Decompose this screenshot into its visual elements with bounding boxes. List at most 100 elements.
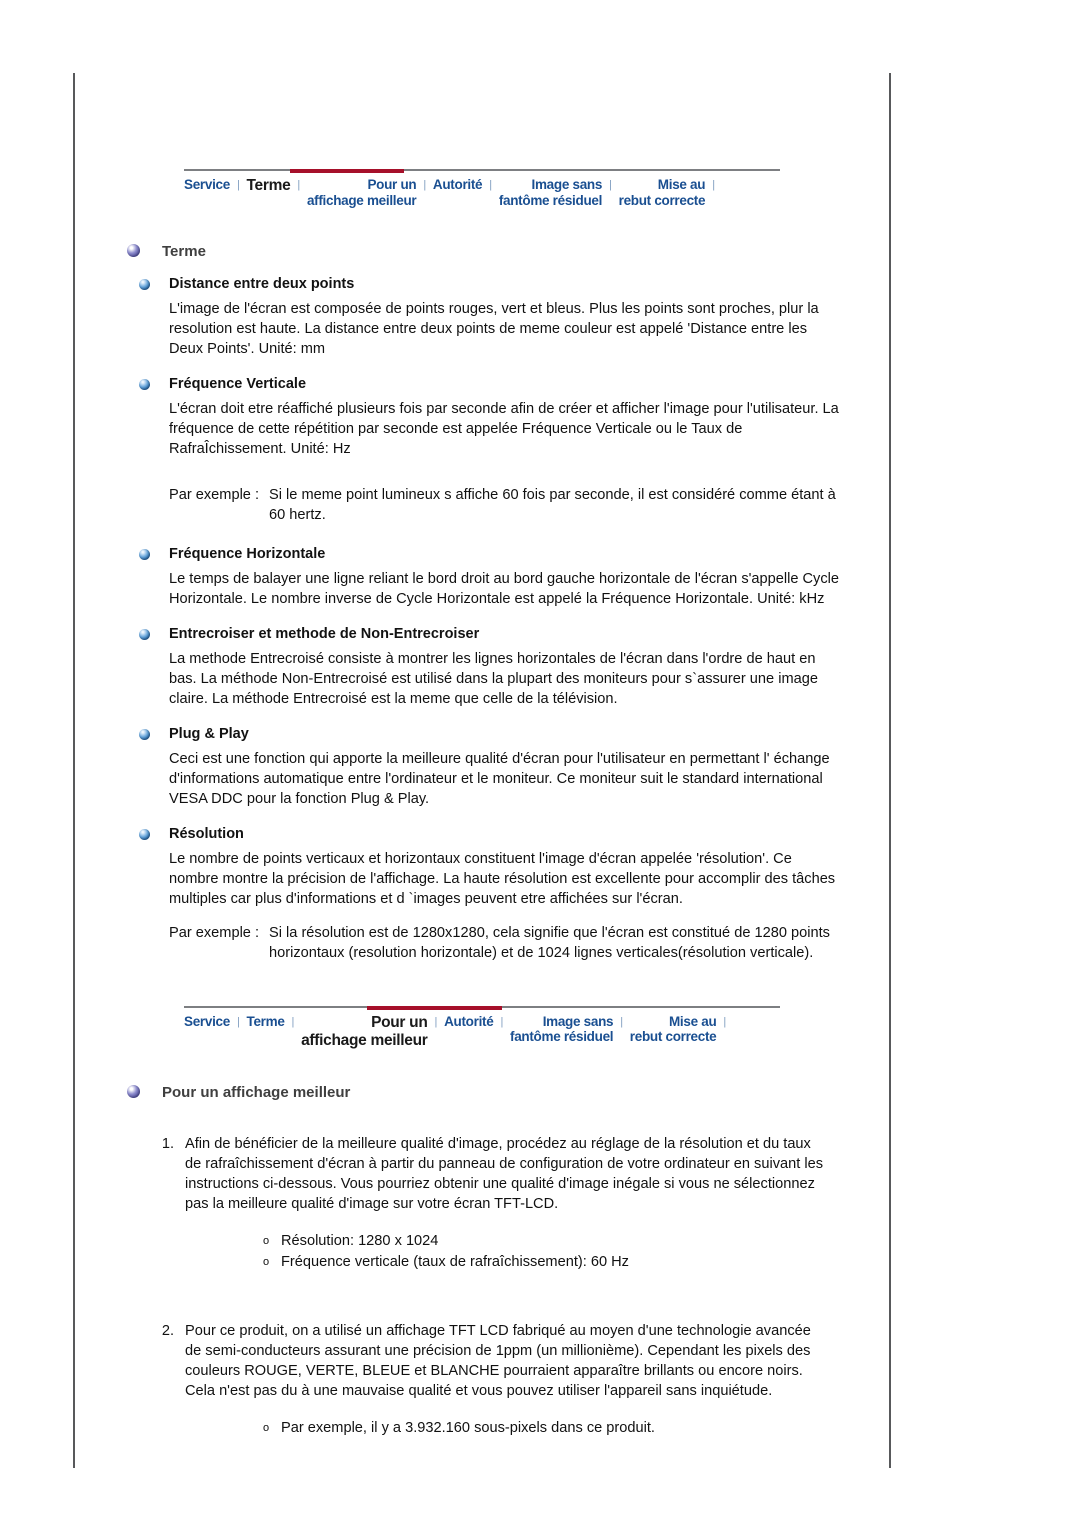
heading-plug-and-play: Plug & Play: [91, 726, 873, 742]
nav-separator: |: [297, 179, 300, 191]
nav-label-line: Image sans: [531, 177, 603, 192]
purple-bullet-icon: [127, 243, 140, 257]
nav-label-line: Terme: [246, 1013, 285, 1029]
nav-label-line: affichage meilleur: [306, 192, 417, 208]
list-item: o Fréquence verticale (taux de rafraîchi…: [263, 1252, 831, 1273]
blue-bullet-icon: [139, 278, 150, 290]
list-item-number: 2.: [161, 1323, 174, 1340]
example-label: Par exemple :: [169, 924, 260, 941]
heading-pour-un-affichage-meilleur: Pour un affichage meilleur: [91, 1084, 873, 1101]
nav-label-line: fantôme résiduel: [498, 192, 603, 208]
list-item-number: 1.: [161, 1136, 174, 1153]
list-item-text: Résolution: 1280 x 1024: [281, 1233, 439, 1250]
heading-distance-entre-deux-points: Distance entre deux points: [91, 276, 873, 292]
list-item: o Résolution: 1280 x 1024: [263, 1231, 831, 1252]
nav-item-terme[interactable]: Terme: [247, 177, 291, 195]
blue-bullet-icon: [139, 628, 150, 640]
paragraph-plug-and-play: Ceci est une fonction qui apporte la mei…: [169, 750, 830, 807]
nav-item-mise-au-rebut-correcte[interactable]: Mise au rebut correcte: [630, 1014, 717, 1046]
example-body: Si le meme point lumineux s affiche 60 f…: [269, 486, 836, 523]
nav-label-line: fantôme résiduel: [510, 1029, 614, 1045]
list-item: o Par exemple, il y a 3.932.160 sous-pix…: [263, 1418, 831, 1439]
nav-item-service[interactable]: Service: [184, 1014, 230, 1030]
circle-bullet-icon: o: [263, 1422, 270, 1435]
blue-bullet-icon: [139, 548, 150, 560]
nav-item-autorite[interactable]: Autorité: [444, 1013, 494, 1030]
list-item: 1. Afin de bénéficier de la meilleure qu…: [157, 1135, 831, 1215]
nav-label-line: Image sans: [542, 1013, 614, 1029]
section-terme: Terme Distance entre deux points L'image…: [91, 243, 873, 964]
nav-separator: |: [712, 179, 715, 191]
paragraph-frequence-horizontale: Le temps de balayer une ligne reliant le…: [169, 570, 840, 607]
nav-item-terme[interactable]: Terme: [247, 1014, 285, 1030]
nav-label-line: rebut correcte: [629, 1029, 717, 1045]
heading-frequence-verticale: Fréquence Verticale: [91, 376, 873, 392]
heading-text: Entrecroiser et methode de Non-Entrecroi…: [169, 625, 480, 642]
blue-bullet-icon: [139, 378, 150, 390]
list-item-text: Fréquence verticale (taux de rafraîchiss…: [281, 1253, 629, 1270]
nav-separator: |: [620, 1015, 623, 1028]
heading-text: Pour un affichage meilleur: [162, 1084, 351, 1102]
nav-top-rule: [184, 169, 780, 173]
nav-separator: |: [489, 179, 492, 191]
heading-text: Fréquence Horizontale: [169, 545, 326, 562]
nav-item-mise-au-rebut-correcte[interactable]: Mise au rebut correcte: [619, 177, 706, 209]
blue-bullet-icon: [139, 728, 150, 740]
heading-resolution: Résolution: [91, 826, 873, 842]
nav-label-line: Service: [184, 177, 230, 192]
nav-separator: |: [723, 1015, 726, 1028]
paragraph-resolution: Le nombre de points verticaux et horizon…: [169, 850, 836, 907]
heading-text: Terme: [162, 242, 206, 260]
heading-text: Distance entre deux points: [169, 275, 355, 292]
nav-label-line: Mise au: [668, 1013, 717, 1029]
paragraph-distance-entre-deux-points: L'image de l'écran est composée de point…: [169, 300, 819, 357]
nav-separator: |: [434, 1015, 438, 1028]
paragraph-entrecroiser: La methode Entrecroisé consiste à montre…: [169, 650, 818, 707]
blue-bullet-icon: [139, 828, 150, 840]
nav-separator: |: [236, 1015, 240, 1028]
list-item-text: Pour ce produit, on a utilisé un afficha…: [185, 1323, 811, 1400]
breadcrumb-nav-bottom: Service | Terme | Pour un affichage meil…: [184, 1005, 780, 1051]
nav-label-line: Autorité: [444, 1013, 494, 1029]
nav-item-image-sans-fantome-residuel[interactable]: Image sans fantôme résiduel: [510, 1013, 614, 1046]
nav-label-line: Service: [184, 1013, 230, 1029]
ordered-list-affichage: 1. Afin de bénéficier de la meilleure qu…: [157, 1135, 831, 1439]
sub-list-affichage-2: o Par exemple, il y a 3.932.160 sous-pix…: [263, 1418, 831, 1439]
heading-text: Résolution: [169, 825, 244, 842]
section-pour-un-affichage-meilleur: Pour un affichage meilleur 1. Afin de bé…: [91, 1084, 873, 1439]
list-item-text: Par exemple, il y a 3.932.160 sous-pixel…: [281, 1420, 655, 1437]
paragraph-frequence-verticale: L'écran doit etre réaffiché plusieurs fo…: [169, 400, 839, 457]
document-content: Service | Terme | Pour un affichage meil…: [73, 73, 891, 1439]
sub-list-affichage-1: o Résolution: 1280 x 1024 o Fréquence ve…: [263, 1231, 831, 1272]
nav-separator: |: [500, 1015, 503, 1028]
nav-label-line: Mise au: [657, 177, 706, 192]
heading-entrecroiser: Entrecroiser et methode de Non-Entrecroi…: [91, 626, 873, 642]
breadcrumb-nav-top: Service | Terme | Pour un affichage meil…: [184, 169, 780, 209]
circle-bullet-icon: o: [263, 1255, 270, 1268]
nav-item-pour-un-affichage-meilleur[interactable]: Pour un affichage meilleur: [301, 1013, 428, 1051]
nav-active-accent-top: [290, 169, 404, 173]
nav-item-service[interactable]: Service: [184, 177, 230, 193]
nav-bottom-rule: [184, 1005, 780, 1010]
nav-item-pour-un-affichage-meilleur[interactable]: Pour un affichage meilleur: [306, 177, 417, 209]
circle-bullet-icon: o: [263, 1235, 270, 1248]
example-frequence-verticale: Par exemple : Si le meme point lumineux …: [169, 486, 845, 526]
nav-item-image-sans-fantome-residuel[interactable]: Image sans fantôme résiduel: [498, 177, 603, 209]
nav-label-line: Autorité: [432, 177, 483, 192]
nav-separator: |: [423, 179, 426, 191]
nav-label-line: Pour un: [371, 1013, 428, 1031]
list-item: 2. Pour ce produit, on a utilisé un affi…: [157, 1322, 831, 1402]
example-resolution: Par exemple : Si la résolution est de 12…: [169, 924, 845, 964]
heading-text: Fréquence Verticale: [169, 375, 307, 392]
heading-frequence-horizontale: Fréquence Horizontale: [91, 546, 873, 562]
heading-terme: Terme: [91, 243, 873, 260]
nav-label-line: rebut correcte: [618, 192, 706, 208]
example-body: Si la résolution est de 1280x1280, cela …: [269, 924, 830, 961]
nav-active-accent-bottom: [367, 1005, 502, 1010]
heading-text: Plug & Play: [169, 725, 249, 742]
list-item-text: Afin de bénéficier de la meilleure quali…: [185, 1136, 824, 1213]
nav-separator: |: [291, 1015, 295, 1028]
nav-item-autorite[interactable]: Autorité: [432, 177, 483, 193]
nav-label-line: affichage meilleur: [301, 1031, 428, 1049]
example-label: Par exemple :: [169, 486, 260, 503]
